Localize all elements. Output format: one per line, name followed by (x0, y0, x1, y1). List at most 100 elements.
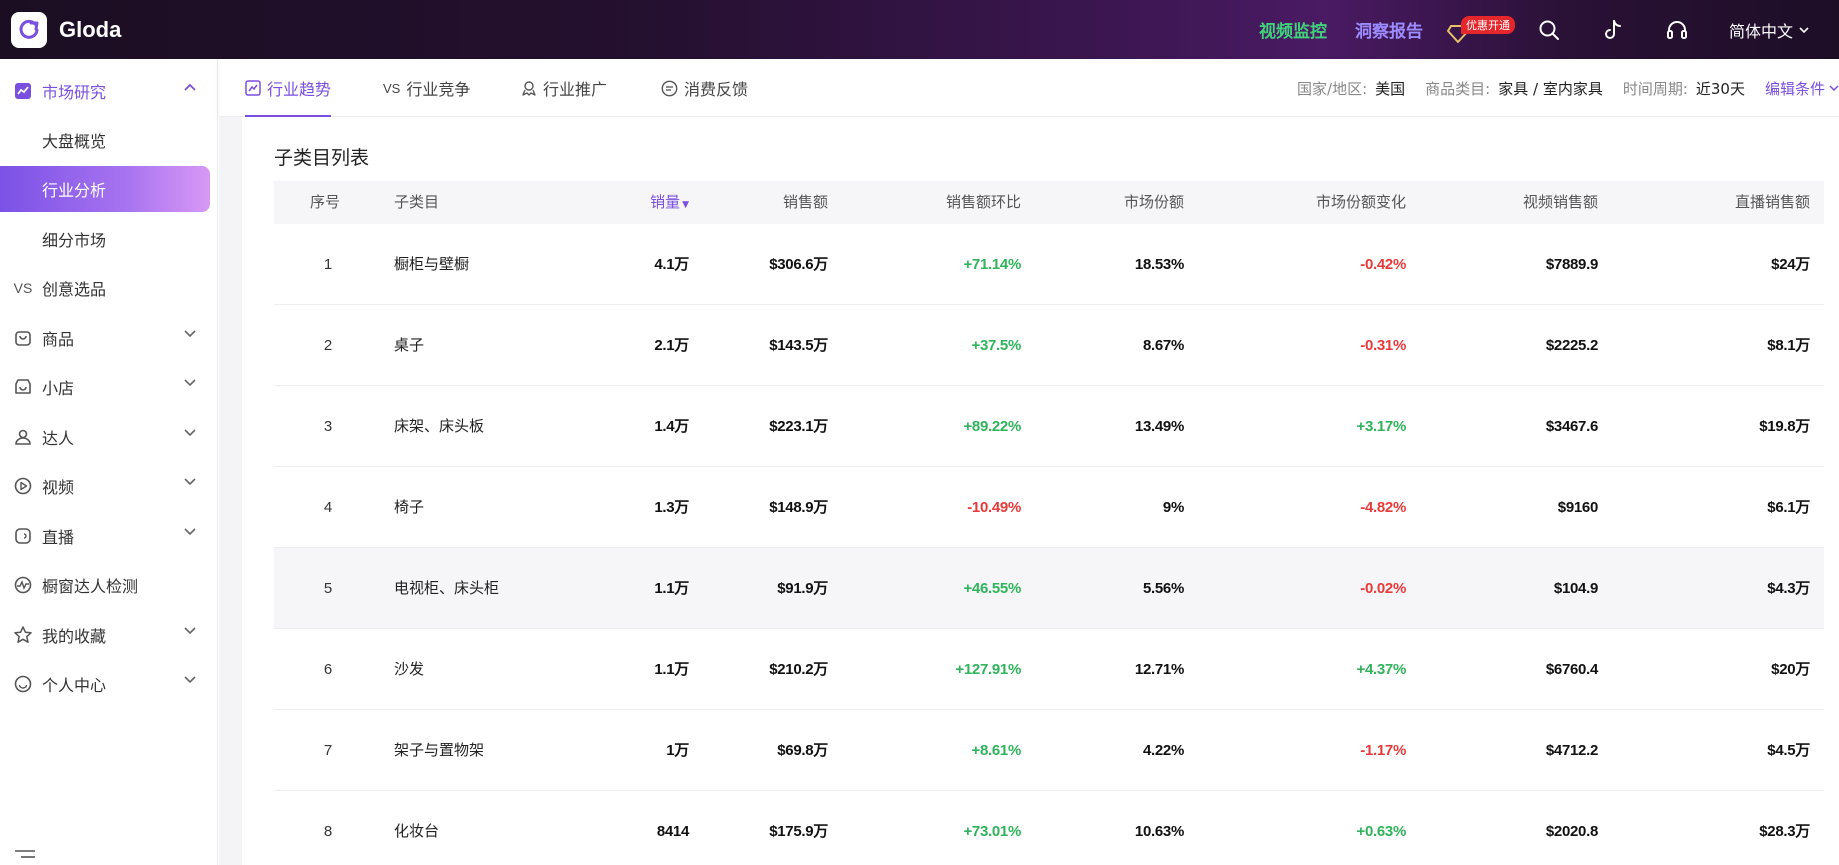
cell-share-change: -4.82% (1360, 499, 1406, 516)
sidebar-item-shops[interactable]: 小店 (0, 364, 218, 410)
chevron-up-icon (184, 83, 196, 91)
sidebar-item-label: 小店 (42, 379, 75, 398)
cell-mom: -10.49% (967, 499, 1021, 516)
sidebar-item-market-research[interactable]: 市场研究 (0, 68, 218, 114)
header-live-sales[interactable]: 直播销售额 (1735, 181, 1810, 224)
cell-amount: $69.8万 (777, 742, 828, 759)
header-mom[interactable]: 销售额环比 (946, 181, 1021, 224)
tab-label: 消费反馈 (684, 80, 749, 99)
cell-sales: 1.3万 (654, 499, 689, 516)
insight-report-link[interactable]: 洞察报告 (1355, 17, 1423, 42)
tab-industry-trend[interactable]: 行业趋势 (245, 59, 332, 117)
cell-mom: +46.55% (963, 580, 1021, 597)
tiktok-icon[interactable] (1601, 18, 1625, 42)
sidebar-item-personal-center[interactable]: 个人中心 (0, 661, 218, 707)
sidebar-item-overview[interactable]: 大盘概览 (0, 117, 218, 163)
table-row[interactable]: 5 电视柜、床头柜 1.1万 $91.9万 +46.55% 5.56% -0.02% $104… (274, 548, 1824, 629)
cell-index: 3 (323, 418, 333, 435)
subcategory-card: 子类目列表 序号 子类目 销量 ▼ 销售额 销售额环比 市场份额 市场份额变化 视… (242, 117, 1839, 865)
pulse-icon (12, 574, 34, 596)
cell-sales: 1万 (666, 742, 689, 759)
vs-icon: VS (383, 80, 401, 96)
chevron-down-icon (184, 676, 196, 684)
header-amount[interactable]: 销售额 (783, 181, 828, 224)
sidebar-item-label: 市场研究 (42, 83, 107, 102)
cell-video-sales: $7889.9 (1545, 256, 1598, 273)
search-icon[interactable] (1537, 18, 1561, 42)
promo-button[interactable]: 优惠开通 (1446, 10, 1515, 50)
headset-icon[interactable] (1665, 18, 1689, 42)
category-value: 家具 / 室内家具 (1498, 79, 1603, 98)
table-row[interactable]: 3 床架、床头板 1.4万 $223.1万 +89.22% 13.49% +3.17% $34… (274, 386, 1824, 467)
sidebar-item-label: 细分市场 (42, 231, 107, 250)
tab-label: 行业竞争 (406, 80, 471, 99)
cell-share-change: -0.31% (1360, 337, 1406, 354)
sidebar-item-showcase-detect[interactable]: 橱窗达人检测 (0, 562, 218, 608)
cell-subcategory: 电视柜、床头柜 (394, 579, 500, 597)
sidebar-item-creators[interactable]: 达人 (0, 414, 218, 460)
cell-video-sales: $3467.6 (1545, 418, 1598, 435)
category-label: 商品类目: (1425, 79, 1491, 98)
sidebar-item-segment-market[interactable]: 细分市场 (0, 216, 218, 262)
chevron-down-icon (184, 429, 196, 437)
sidebar-item-videos[interactable]: 视频 (0, 463, 218, 509)
sidebar-item-label: 达人 (42, 429, 75, 448)
header-sales-sort[interactable]: 销量 ▼ (650, 181, 689, 224)
language-selector[interactable]: 简体中文 (1729, 18, 1809, 42)
chevron-down-icon (1829, 85, 1839, 91)
table-row[interactable]: 4 椅子 1.3万 $148.9万 -10.49% 9% -4.82% $9160 $6.1万 (274, 467, 1824, 548)
sidebar-item-label: 直播 (42, 528, 75, 547)
header-index: 序号 (310, 193, 341, 211)
trend-chart-icon (245, 80, 261, 96)
cell-subcategory: 橱柜与壁橱 (394, 255, 470, 273)
sidebar-item-label: 我的收藏 (42, 627, 107, 646)
cell-share: 4.22% (1142, 742, 1184, 759)
sidebar-item-industry-analysis[interactable]: 行业分析 (0, 166, 210, 212)
table-title: 子类目列表 (274, 147, 370, 169)
sidebar-item-label: 视频 (42, 478, 75, 497)
header-video-sales[interactable]: 视频销售额 (1523, 181, 1598, 224)
header-share-change[interactable]: 市场份额变化 (1316, 181, 1406, 224)
sidebar-item-creative-selection[interactable]: VS 创意选品 (0, 265, 218, 311)
cell-subcategory: 床架、床头板 (394, 417, 485, 435)
sidebar-item-products[interactable]: 商品 (0, 315, 218, 361)
cell-sales: 1.1万 (654, 661, 689, 678)
table-row[interactable]: 2 桌子 2.1万 $143.5万 +37.5% 8.67% -0.31% $2225.2 $8… (274, 305, 1824, 386)
tab-industry-competition[interactable]: VS 行业竞争 (383, 59, 470, 117)
cell-live-sales: $28.3万 (1759, 823, 1810, 840)
cell-index: 4 (323, 499, 333, 516)
megaphone-icon (521, 80, 537, 96)
table-header: 序号 子类目 销量 ▼ 销售额 销售额环比 市场份额 市场份额变化 视频销售额 直… (274, 181, 1824, 224)
table-row[interactable]: 1 橱柜与壁橱 4.1万 $306.6万 +71.14% 18.53% -0.42% $788… (274, 224, 1824, 305)
cell-live-sales: $4.5万 (1767, 742, 1810, 759)
tab-industry-promotion[interactable]: 行业推广 (521, 59, 607, 117)
cell-live-sales: $8.1万 (1767, 337, 1810, 354)
cell-share-change: -0.42% (1360, 256, 1406, 273)
promo-badge: 优惠开通 (1460, 15, 1515, 34)
cell-index: 6 (323, 661, 333, 678)
video-monitor-link[interactable]: 视频监控 (1259, 17, 1327, 42)
table-row[interactable]: 7 架子与置物架 1万 $69.8万 +8.61% 4.22% -1.17% $4712.2 $… (274, 710, 1824, 791)
sidebar-item-live[interactable]: 直播 (0, 513, 218, 559)
cell-live-sales: $4.3万 (1767, 580, 1810, 597)
collapse-menu-icon[interactable] (14, 849, 36, 863)
bag-icon (12, 327, 34, 349)
tab-consumer-feedback[interactable]: 消费反馈 (661, 59, 748, 117)
table-row[interactable]: 8 化妆台 8414 $175.9万 +73.01% 10.63% +0.63% $2020.… (274, 791, 1824, 865)
header-share[interactable]: 市场份额 (1124, 181, 1184, 224)
edit-conditions-button[interactable]: 编辑条件 (1765, 78, 1839, 99)
app-logo[interactable]: Gloda (11, 11, 121, 48)
cell-index: 1 (323, 256, 333, 273)
chart-icon (12, 80, 34, 102)
cell-mom: +89.22% (963, 418, 1021, 435)
cell-sales: 4.1万 (654, 256, 689, 273)
header-subcategory: 子类目 (394, 193, 440, 211)
table-row[interactable]: 6 沙发 1.1万 $210.2万 +127.91% 12.71% +4.37% $6760.… (274, 629, 1824, 710)
sidebar-item-label: 个人中心 (42, 676, 107, 695)
sidebar-item-favorites[interactable]: 我的收藏 (0, 612, 218, 658)
cell-video-sales: $2225.2 (1545, 337, 1598, 354)
cell-amount: $210.2万 (769, 661, 828, 678)
filter-summary: 国家/地区: 美国 商品类目: 家具 / 室内家具 时间周期: 近30天 编辑条… (1297, 59, 1839, 117)
cell-share: 12.71% (1134, 661, 1184, 678)
cell-subcategory: 化妆台 (394, 822, 440, 840)
